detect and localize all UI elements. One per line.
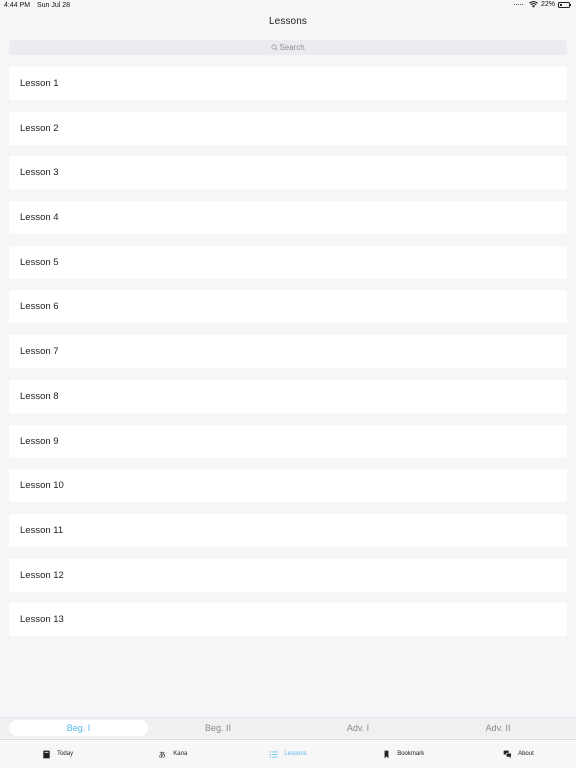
search-bar[interactable]: Search: [9, 40, 567, 55]
lesson-label: Lesson 1: [20, 78, 59, 89]
lesson-row[interactable]: Lesson 3: [9, 156, 567, 190]
book-icon: [43, 750, 50, 758]
lesson-row[interactable]: Lesson 11: [9, 513, 567, 547]
lesson-label: Lesson 9: [20, 435, 59, 447]
lesson-row[interactable]: Lesson 5: [9, 245, 567, 279]
kana-icon: あ: [159, 750, 166, 759]
signal-icon: [513, 4, 523, 5]
battery-icon: [558, 1, 571, 8]
lesson-row[interactable]: Lesson 9: [9, 424, 567, 458]
status-bar: 4:44 PM Sun Jul 28 22%: [0, 0, 576, 12]
lesson-label: Lesson 11: [20, 524, 64, 536]
lesson-row[interactable]: Lesson 10: [9, 469, 567, 503]
lesson-row[interactable]: Lesson 13: [9, 603, 567, 637]
lesson-row[interactable]: Lesson 12: [9, 558, 567, 592]
lesson-label: Lesson 13: [20, 614, 64, 626]
tab-label: Lessons: [284, 751, 307, 757]
search-placeholder: Search: [279, 43, 305, 52]
lesson-row[interactable]: Lesson 4: [9, 201, 567, 235]
status-date: Sun Jul 28: [37, 2, 71, 9]
lesson-row[interactable]: Lesson 6: [9, 290, 567, 324]
lesson-label: Lesson 12: [20, 569, 64, 581]
tab-about[interactable]: About: [461, 740, 576, 768]
list-icon: [269, 750, 278, 758]
level-segment[interactable]: Beg. II: [148, 720, 288, 736]
lesson-label: Lesson 8: [20, 390, 59, 402]
tab-label: About: [518, 751, 534, 757]
wifi-icon: [529, 1, 538, 8]
level-segment[interactable]: Adv. I: [288, 720, 428, 736]
lesson-row[interactable]: Lesson 2: [9, 111, 567, 145]
tab-bar: Today あ Kana Lessons Bookmark About: [0, 739, 576, 768]
lesson-row[interactable]: Lesson 7: [9, 335, 567, 369]
tab-label: Kana: [173, 751, 188, 757]
level-segment[interactable]: Adv. II: [428, 720, 568, 736]
lesson-label: Lesson 10: [20, 480, 64, 492]
tab-kana[interactable]: あ Kana: [115, 740, 230, 768]
lesson-label: Lesson 2: [20, 122, 59, 134]
battery-percent: 22%: [540, 1, 555, 8]
tab-label: Today: [57, 751, 74, 757]
search-icon: [271, 44, 278, 51]
svg-text:あ: あ: [159, 750, 166, 759]
level-segmented-control: Beg. I Beg. II Adv. I Adv. II: [0, 717, 576, 738]
tab-today[interactable]: Today: [0, 740, 115, 768]
lesson-label: Lesson 6: [20, 301, 59, 313]
page-title: Lessons: [269, 16, 307, 27]
lesson-label: Lesson 7: [20, 346, 59, 358]
bookmark-icon: [384, 750, 389, 758]
lesson-list: Lesson 1 Lesson 2 Lesson 3 Lesson 4 Lesson 5…: [9, 67, 567, 648]
lesson-row[interactable]: Lesson 8: [9, 379, 567, 413]
tab-label: Bookmark: [397, 751, 425, 757]
chat-bubbles-icon: [503, 750, 512, 758]
lesson-label: Lesson 4: [20, 212, 59, 224]
tab-lessons[interactable]: Lessons: [230, 740, 345, 768]
lesson-row[interactable]: Lesson 1: [9, 67, 567, 100]
status-time: 4:44 PM: [4, 2, 31, 9]
status-indicators: 22%: [513, 1, 571, 8]
lesson-label: Lesson 5: [20, 256, 59, 268]
level-segment[interactable]: Beg. I: [9, 720, 148, 736]
lesson-label: Lesson 3: [20, 167, 59, 179]
tab-bookmark[interactable]: Bookmark: [346, 740, 461, 768]
